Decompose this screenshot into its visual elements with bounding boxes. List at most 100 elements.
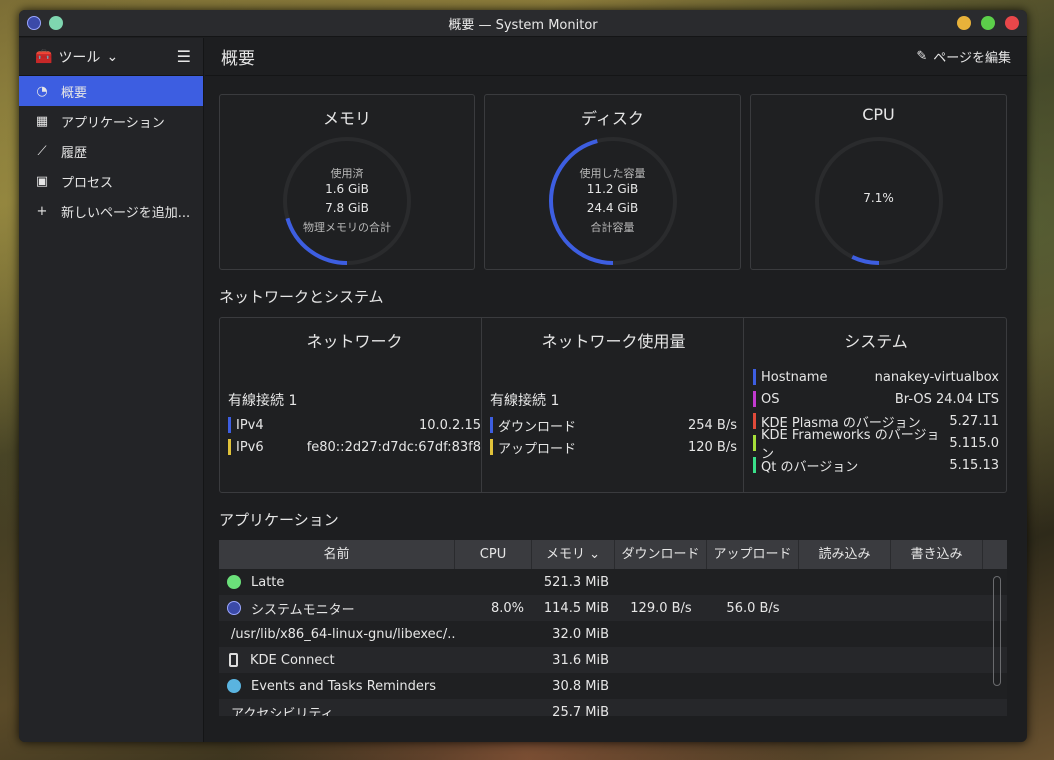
plus-icon: + — [36, 203, 48, 219]
system-row-frameworks: KDE Frameworks のバージョン 5.115.0 — [753, 428, 999, 462]
titlebar[interactable]: 概要 — System Monitor — [19, 10, 1027, 37]
sidebar-item-history[interactable]: ⟋ 履歴 — [19, 136, 203, 166]
system-row-os: OS Br-OS 24.04 LTS — [753, 388, 999, 410]
applications-title: アプリケーション — [219, 511, 339, 529]
network-system-card: ネットワーク 有線接続 1 IPv4 10.0.2.15 IPv6 fe80::… — [219, 317, 1007, 493]
column-header-memory[interactable]: メモリ ⌄ — [532, 540, 615, 569]
cell-memory: 31.6 MiB — [552, 652, 609, 668]
applications-table: 名前 CPU メモリ ⌄ ダウンロード アップロード 読み込み 書き込み Lat… — [219, 540, 1007, 716]
window-title: 概要 — System Monitor — [448, 17, 598, 33]
row-value: 254 B/s — [687, 417, 737, 433]
edit-page-button[interactable]: ✎ ページを編集 — [916, 47, 1011, 66]
legend-bar — [228, 439, 231, 455]
row-value: 5.27.11 — [949, 413, 999, 429]
toolbox-icon: 🧰 — [35, 48, 53, 65]
legend-bar — [753, 369, 756, 385]
memory-used: 1.6 GiB — [325, 182, 369, 196]
column-header-memory-label: メモリ — [545, 547, 585, 562]
row-value: fe80::2d27:d7dc:67df:83f8 — [306, 439, 481, 455]
disk-total: 24.4 GiB — [586, 201, 639, 215]
memory-total-label: 物理メモリの合計 — [303, 221, 391, 234]
process-icon: ▣ — [35, 173, 49, 189]
sidebar-item-label: 新しいページを追加... — [61, 205, 191, 221]
disk-card: ディスク 使用した容量 11.2 GiB 24.4 GiB 合計容量 — [484, 94, 741, 270]
cell-upload: 56.0 B/s — [726, 600, 780, 616]
cell-memory: 25.7 MiB — [552, 704, 609, 717]
row-label: IPv6 — [236, 439, 264, 455]
system-title: システム — [844, 332, 908, 351]
disk-total-label: 合計容量 — [590, 221, 635, 234]
disk-used: 11.2 GiB — [586, 182, 639, 196]
row-value: nanakey-virtualbox — [874, 369, 999, 385]
disk-used-label: 使用した容量 — [579, 167, 646, 180]
usage-row-download: ダウンロード 254 B/s — [490, 414, 737, 436]
cpu-value: 7.1% — [863, 191, 894, 205]
edit-page-label: ページを編集 — [933, 51, 1011, 66]
network-connection: 有線接続 1 — [228, 393, 298, 409]
table-body: Latte 521.3 MiB システムモニター 8.0% 114.5 MiB … — [219, 569, 1007, 716]
table-header: 名前 CPU メモリ ⌄ ダウンロード アップロード 読み込み 書き込み — [219, 540, 1007, 569]
reminder-icon — [227, 679, 241, 693]
legend-bar — [753, 457, 756, 473]
column-header-cpu[interactable]: CPU — [455, 540, 532, 569]
cell-name: アクセシビリティ — [231, 706, 334, 717]
chevron-down-icon: ⌄ — [589, 547, 601, 562]
column-header-download[interactable]: ダウンロード — [615, 540, 707, 569]
pencil-icon: ✎ — [916, 49, 928, 64]
legend-bar — [490, 417, 493, 433]
column-header-read[interactable]: 読み込み — [799, 540, 891, 569]
usage-connection: 有線接続 1 — [490, 393, 560, 409]
overview-icon: ◔ — [36, 83, 48, 99]
column-header-name[interactable]: 名前 — [219, 540, 455, 569]
sidebar-item-label: 履歴 — [61, 145, 88, 161]
column-header-write[interactable]: 書き込み — [891, 540, 983, 569]
tools-menu-button[interactable]: 🧰 ツール ⌄ — [35, 47, 118, 67]
cell-name: /usr/lib/x86_64-linux-gnu/libexec/... — [231, 626, 455, 642]
maximize-button[interactable] — [981, 16, 995, 30]
table-row[interactable]: /usr/lib/x86_64-linux-gnu/libexec/... 32… — [219, 621, 1007, 647]
cell-cpu: 8.0% — [490, 600, 524, 616]
legend-bar — [753, 435, 756, 451]
memory-total: 7.8 GiB — [325, 201, 369, 215]
tools-label: ツール — [58, 49, 101, 66]
table-row[interactable]: システムモニター 8.0% 114.5 MiB 129.0 B/s 56.0 B… — [219, 595, 1007, 621]
app-icon[interactable] — [27, 16, 41, 30]
sidebar-item-label: 概要 — [61, 85, 88, 101]
hamburger-menu-icon[interactable]: ☰ — [177, 47, 191, 66]
row-value: 5.115.0 — [949, 435, 999, 451]
row-label: Qt のバージョン — [761, 459, 859, 475]
system-monitor-icon — [227, 601, 241, 615]
row-label: IPv4 — [236, 417, 264, 433]
table-row[interactable]: アクセシビリティ 25.7 MiB — [219, 699, 1007, 716]
sidebar-item-processes[interactable]: ▣ プロセス — [19, 166, 203, 196]
table-row[interactable]: Events and Tasks Reminders 30.8 MiB — [219, 673, 1007, 699]
cell-memory: 114.5 MiB — [543, 600, 609, 616]
row-label: アップロード — [498, 441, 577, 457]
memory-used-label: 使用済 — [330, 167, 364, 180]
row-label: ダウンロード — [498, 419, 577, 435]
cell-name: システムモニター — [251, 602, 355, 618]
sidebar-item-overview[interactable]: ◔ 概要 — [19, 76, 203, 106]
table-row[interactable]: Latte 521.3 MiB — [219, 569, 1007, 595]
memory-card: メモリ 使用済 1.6 GiB 7.8 GiB 物理メモリの合計 — [219, 94, 475, 270]
sidebar-item-add-page[interactable]: + 新しいページを追加... — [19, 196, 203, 226]
memory-title: メモリ — [322, 109, 371, 128]
network-title: ネットワーク — [306, 332, 403, 351]
column-header-upload[interactable]: アップロード — [707, 540, 799, 569]
legend-bar — [228, 417, 231, 433]
apps-icon: ▦ — [35, 113, 49, 129]
sidebar: 🧰 ツール ⌄ ☰ ◔ 概要 ▦ アプリケーション ⟋ 履歴 ▣ プロセス + … — [19, 38, 204, 742]
cpu-card: CPU 7.1% — [750, 94, 1007, 270]
sidebar-item-label: プロセス — [61, 175, 114, 191]
network-column: ネットワーク 有線接続 1 IPv4 10.0.2.15 IPv6 fe80::… — [228, 318, 482, 492]
close-button[interactable] — [1005, 16, 1019, 30]
cell-name: KDE Connect — [250, 652, 335, 668]
cpu-title: CPU — [862, 105, 895, 124]
legend-bar — [753, 391, 756, 407]
minimize-button[interactable] — [957, 16, 971, 30]
sidebar-item-applications[interactable]: ▦ アプリケーション — [19, 106, 203, 136]
table-scrollbar[interactable] — [993, 576, 1001, 686]
latte-icon — [227, 575, 241, 589]
table-row[interactable]: KDE Connect 31.6 MiB — [219, 647, 1007, 673]
pin-button[interactable] — [49, 16, 63, 30]
